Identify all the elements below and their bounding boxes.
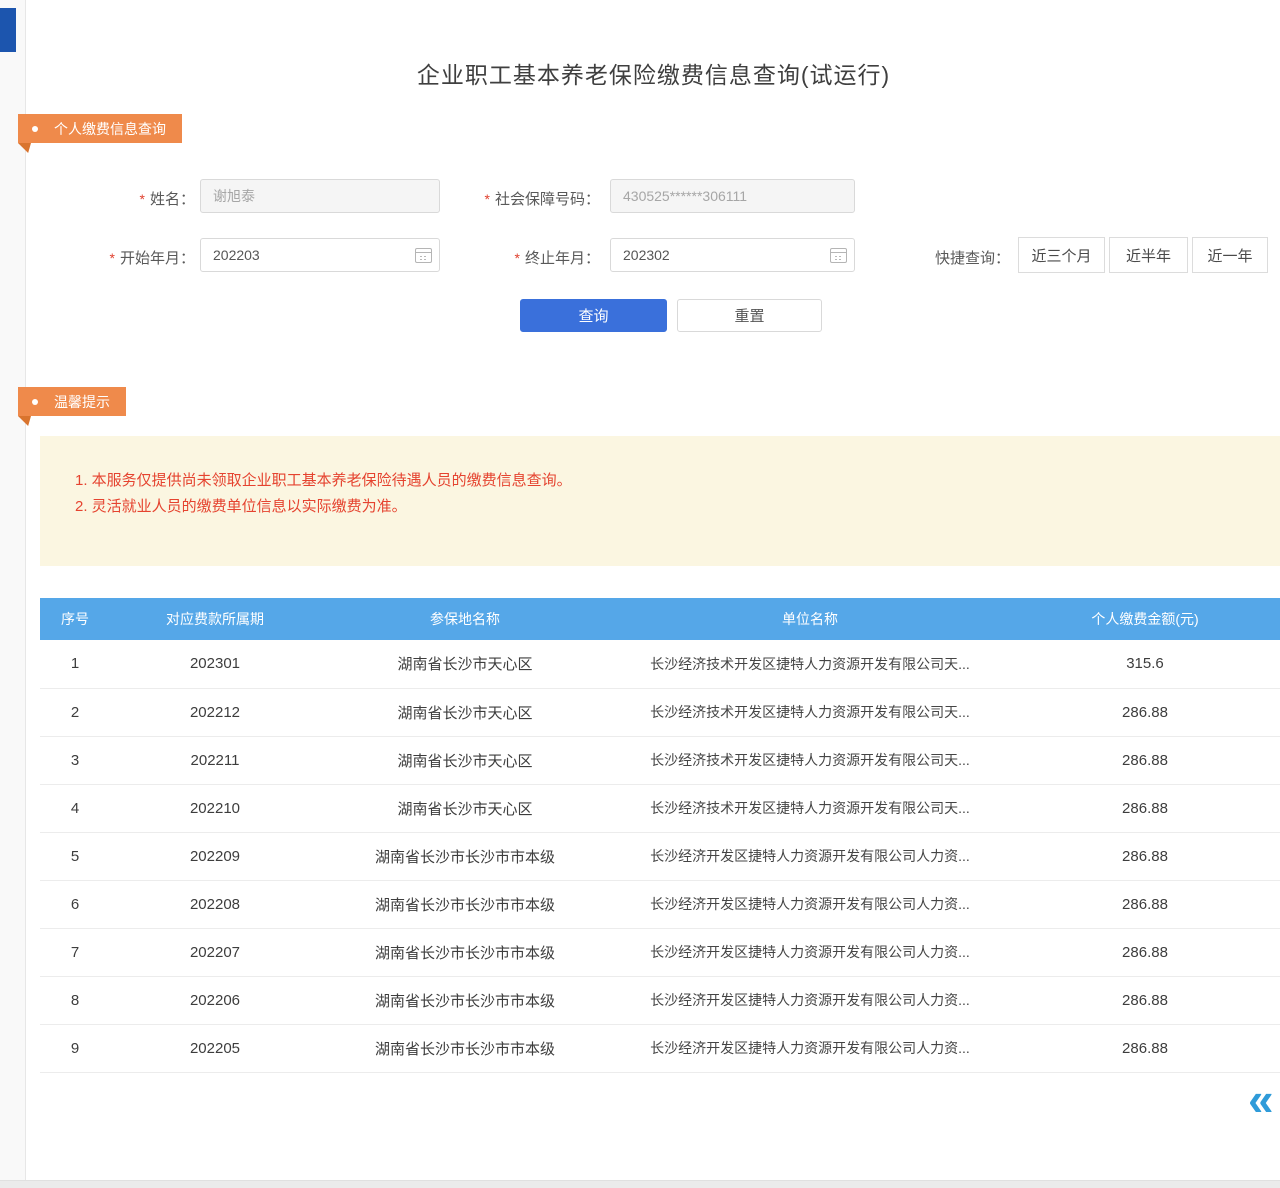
page-title: 企业职工基本养老保险缴费信息查询(试运行) <box>27 56 1280 90</box>
end-month-field[interactable] <box>610 238 855 272</box>
table-body: 1202301湖南省长沙市天心区长沙经济技术开发区捷特人力资源开发有限公司天..… <box>40 640 1280 1072</box>
table-row: 6202208湖南省长沙市长沙市市本级长沙经济开发区捷特人力资源开发有限公司人力… <box>40 880 1280 928</box>
table-cell: 6 <box>40 880 110 928</box>
name-field <box>200 179 440 213</box>
table-cell: 长沙经济技术开发区捷特人力资源开发有限公司天... <box>610 736 1010 784</box>
table-cell: 286.88 <box>1010 976 1280 1024</box>
ssn-label: *社会保障号码： <box>455 188 600 209</box>
table-row: 4202210湖南省长沙市天心区长沙经济技术开发区捷特人力资源开发有限公司天..… <box>40 784 1280 832</box>
calendar-icon[interactable] <box>415 248 432 263</box>
section-badge-label: 个人缴费信息查询 <box>54 119 166 139</box>
table-cell: 湖南省长沙市天心区 <box>320 640 610 688</box>
table-row: 3202211湖南省长沙市天心区长沙经济技术开发区捷特人力资源开发有限公司天..… <box>40 736 1280 784</box>
section-badge-tips: 温馨提示 <box>18 387 126 416</box>
table-cell: 202209 <box>110 832 320 880</box>
payment-table: 序号 对应费款所属期 参保地名称 单位名称 个人缴费金额(元) 1202301湖… <box>40 598 1280 1073</box>
table-row: 2202212湖南省长沙市天心区长沙经济技术开发区捷特人力资源开发有限公司天..… <box>40 688 1280 736</box>
bullet-icon <box>32 399 38 405</box>
quick-range-button-half-year[interactable]: 近半年 <box>1109 237 1188 273</box>
table-cell: 286.88 <box>1010 1024 1280 1072</box>
table-row: 8202206湖南省长沙市长沙市市本级长沙经济开发区捷特人力资源开发有限公司人力… <box>40 976 1280 1024</box>
table-cell: 湖南省长沙市长沙市市本级 <box>320 1024 610 1072</box>
corner-accent-block <box>0 8 16 52</box>
header-seq: 序号 <box>40 598 110 640</box>
table-row: 5202209湖南省长沙市长沙市市本级长沙经济开发区捷特人力资源开发有限公司人力… <box>40 832 1280 880</box>
table-cell: 202206 <box>110 976 320 1024</box>
required-asterisk: * <box>485 191 490 207</box>
table-row: 1202301湖南省长沙市天心区长沙经济技术开发区捷特人力资源开发有限公司天..… <box>40 640 1280 688</box>
start-month-field[interactable] <box>200 238 440 272</box>
end-month-label: *终止年月： <box>455 247 600 268</box>
table-cell: 长沙经济开发区捷特人力资源开发有限公司人力资... <box>610 928 1010 976</box>
section-badge-personal-query: 个人缴费信息查询 <box>18 114 182 143</box>
table-cell: 286.88 <box>1010 736 1280 784</box>
table-cell: 202210 <box>110 784 320 832</box>
table-cell: 202207 <box>110 928 320 976</box>
name-label: *姓名： <box>80 188 195 209</box>
table-cell: 湖南省长沙市天心区 <box>320 784 610 832</box>
section-badge-label: 温馨提示 <box>54 392 110 412</box>
table-cell: 湖南省长沙市天心区 <box>320 736 610 784</box>
table-cell: 长沙经济开发区捷特人力资源开发有限公司人力资... <box>610 1024 1010 1072</box>
table-cell: 长沙经济开发区捷特人力资源开发有限公司人力资... <box>610 832 1010 880</box>
table-cell: 长沙经济开发区捷特人力资源开发有限公司人力资... <box>610 880 1010 928</box>
table-cell: 湖南省长沙市长沙市市本级 <box>320 928 610 976</box>
table-cell: 286.88 <box>1010 784 1280 832</box>
table-row: 9202205湖南省长沙市长沙市市本级长沙经济开发区捷特人力资源开发有限公司人力… <box>40 1024 1280 1072</box>
notice-line: 1. 本服务仅提供尚未领取企业职工基本养老保险待遇人员的缴费信息查询。 <box>75 468 1260 494</box>
collapse-chevron-icon[interactable]: « <box>1248 1076 1274 1122</box>
table-cell: 湖南省长沙市天心区 <box>320 688 610 736</box>
table-row: 7202207湖南省长沙市长沙市市本级长沙经济开发区捷特人力资源开发有限公司人力… <box>40 928 1280 976</box>
table-cell: 长沙经济技术开发区捷特人力资源开发有限公司天... <box>610 688 1010 736</box>
table-cell: 长沙经济开发区捷特人力资源开发有限公司人力资... <box>610 976 1010 1024</box>
table-cell: 2 <box>40 688 110 736</box>
table-cell: 202212 <box>110 688 320 736</box>
table-cell: 286.88 <box>1010 928 1280 976</box>
table-cell: 9 <box>40 1024 110 1072</box>
table-cell: 7 <box>40 928 110 976</box>
ssn-field <box>610 179 855 213</box>
table-header-row: 序号 对应费款所属期 参保地名称 单位名称 个人缴费金额(元) <box>40 598 1280 640</box>
quick-range-button-3months[interactable]: 近三个月 <box>1018 237 1105 273</box>
table-cell: 4 <box>40 784 110 832</box>
bullet-icon <box>32 126 38 132</box>
required-asterisk: * <box>110 250 115 266</box>
left-sidebar-strip <box>0 0 26 1188</box>
header-insured-place: 参保地名称 <box>320 598 610 640</box>
required-asterisk: * <box>515 250 520 266</box>
query-button[interactable]: 查询 <box>520 299 667 332</box>
header-amount: 个人缴费金额(元) <box>1010 598 1280 640</box>
start-month-label: *开始年月： <box>80 247 195 268</box>
quick-range-button-one-year[interactable]: 近一年 <box>1192 237 1268 273</box>
quick-query-label: 快捷查询： <box>900 247 1010 268</box>
table-cell: 5 <box>40 832 110 880</box>
table-cell: 湖南省长沙市长沙市市本级 <box>320 832 610 880</box>
table-cell: 315.6 <box>1010 640 1280 688</box>
required-asterisk: * <box>140 191 145 207</box>
header-employer: 单位名称 <box>610 598 1010 640</box>
calendar-icon[interactable] <box>830 248 847 263</box>
table-cell: 长沙经济技术开发区捷特人力资源开发有限公司天... <box>610 784 1010 832</box>
table-cell: 长沙经济技术开发区捷特人力资源开发有限公司天... <box>610 640 1010 688</box>
header-period: 对应费款所属期 <box>110 598 320 640</box>
table-cell: 1 <box>40 640 110 688</box>
table-cell: 湖南省长沙市长沙市市本级 <box>320 976 610 1024</box>
table-cell: 202205 <box>110 1024 320 1072</box>
table-cell: 286.88 <box>1010 832 1280 880</box>
table-cell: 3 <box>40 736 110 784</box>
table-cell: 202211 <box>110 736 320 784</box>
notice-line: 2. 灵活就业人员的缴费单位信息以实际缴费为准。 <box>75 494 1260 520</box>
reset-button[interactable]: 重置 <box>677 299 822 332</box>
table-cell: 286.88 <box>1010 880 1280 928</box>
table-cell: 湖南省长沙市长沙市市本级 <box>320 880 610 928</box>
bottom-edge-strip <box>0 1180 1280 1188</box>
table-cell: 286.88 <box>1010 688 1280 736</box>
table-cell: 202301 <box>110 640 320 688</box>
notice-box: 1. 本服务仅提供尚未领取企业职工基本养老保险待遇人员的缴费信息查询。 2. 灵… <box>40 436 1280 566</box>
table-cell: 8 <box>40 976 110 1024</box>
table-cell: 202208 <box>110 880 320 928</box>
